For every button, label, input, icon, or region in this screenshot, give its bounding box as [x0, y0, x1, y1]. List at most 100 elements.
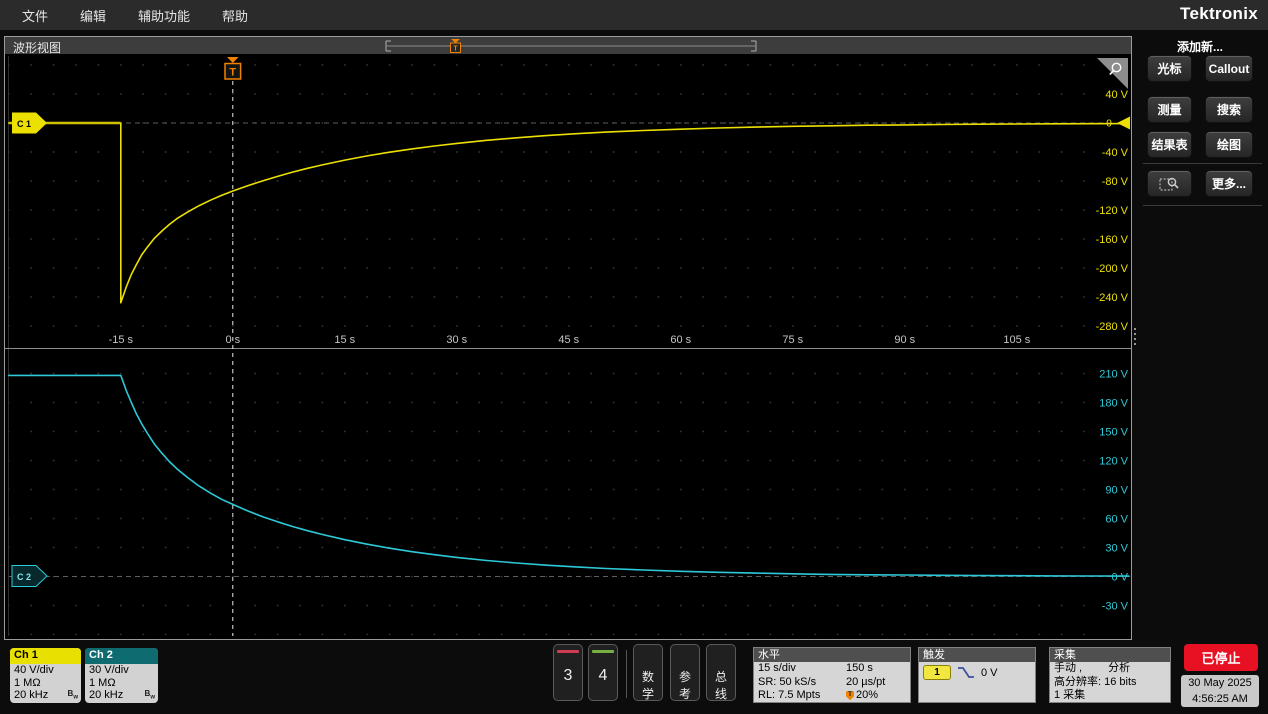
x-tick-label: 45 s: [558, 334, 579, 346]
math-button-label: 数学: [640, 668, 656, 702]
sidebar-button-plot[interactable]: 绘图: [1205, 131, 1253, 158]
menu-item-3[interactable]: 辅助功能: [138, 6, 190, 25]
oscilloscope-screen: 文件编辑辅助功能帮助 Tektronix 波形视图 T -15 s0 s15 s…: [0, 0, 1268, 714]
horizontal-row-2: SR: 50 kS/s20 µs/pt: [754, 676, 910, 690]
overview-trigger-arrow: [451, 39, 460, 43]
acquisition-panel-title: 采集: [1050, 648, 1170, 662]
horizontal-value-left: RL: 7.5 Mpts: [758, 689, 846, 703]
y-tick-label: -240 V: [1096, 292, 1129, 304]
channel-button-label: 3: [564, 667, 573, 685]
horizontal-settings-panel[interactable]: 水平 15 s/div150 sSR: 50 kS/s20 µs/ptRL: 7…: [753, 647, 911, 703]
horizontal-value-left: SR: 50 kS/s: [758, 676, 846, 690]
channel-badge-label: Ch 1: [10, 648, 81, 664]
y-tick-label: 180 V: [1099, 398, 1128, 410]
acquisition-settings-panel[interactable]: 采集 手动 , 分析 高分辨率: 16 bits 1 采集: [1049, 647, 1171, 703]
time-text: 4:56:25 AM: [1181, 692, 1259, 708]
waveform-view-window: 波形视图 T -15 s0 s15 s30 s45 s60 s75 s90 s1…: [4, 36, 1132, 640]
sidebar-button-results-table[interactable]: 结果表: [1147, 131, 1192, 158]
menu-item-4[interactable]: 帮助: [222, 6, 248, 25]
run-stop-button[interactable]: 已停止: [1184, 644, 1258, 671]
y-tick-label: -30 V: [1102, 601, 1129, 613]
tektronix-logo: Tektronix: [1180, 4, 1258, 24]
channel-color-stripe: [557, 650, 579, 653]
x-tick-label: 90 s: [894, 334, 915, 346]
x-tick-label: 15 s: [334, 334, 355, 346]
trigger-settings-panel[interactable]: 触发 1 0 V: [918, 647, 1036, 703]
sidebar-button-search[interactable]: 搜索: [1205, 96, 1253, 123]
horizontal-value-right: T20%: [846, 689, 878, 703]
channel-badge-ch1[interactable]: Ch 140 V/div1 MΩ20 kHzBw: [10, 648, 81, 703]
ref-button-label: 参考: [677, 668, 693, 702]
y-tick-label: -40 V: [1102, 147, 1129, 159]
horizontal-value-left: 15 s/div: [758, 662, 846, 676]
y-tick-label: 30 V: [1105, 543, 1128, 555]
channel-button-label: 4: [599, 667, 608, 685]
waveform-display: -15 s0 s15 s30 s45 s60 s75 s90 s105 s40 …: [5, 54, 1131, 639]
sidebar-button-cursor[interactable]: 光标: [1147, 55, 1192, 82]
bus-button[interactable]: 总线: [706, 644, 736, 701]
waveform-title-bar: 波形视图 T: [5, 37, 1131, 55]
button-divider: [626, 650, 627, 698]
y-tick-label: 120 V: [1099, 456, 1128, 468]
channel-impedance: 1 MΩ: [85, 677, 158, 690]
math-button[interactable]: 数学: [633, 644, 663, 701]
date-text: 30 May 2025: [1181, 676, 1259, 692]
ch1-reference-label: C 1: [17, 119, 31, 129]
sidebar-divider: [1143, 205, 1262, 206]
sidebar-button-callout[interactable]: Callout: [1205, 55, 1253, 82]
bandwidth-limit-icon: Bw: [145, 689, 155, 701]
graticule-ch2: [9, 351, 1091, 635]
sidebar-button-zoom-select[interactable]: [1147, 170, 1192, 197]
trigger-position-icon: T: [846, 691, 854, 700]
horizontal-value-right: 20 µs/pt: [846, 676, 885, 690]
sidebar-button-more[interactable]: 更多...: [1205, 170, 1253, 197]
x-tick-label: 105 s: [1003, 334, 1030, 346]
acquisition-mode: 手动 ,: [1054, 662, 1082, 676]
menu-item-2[interactable]: 编辑: [80, 6, 106, 25]
acquisition-count: 1 采集: [1050, 689, 1170, 703]
channel-badge-ch2[interactable]: Ch 230 V/div1 MΩ20 kHzBw: [85, 648, 158, 703]
trigger-source-badge: 1: [923, 665, 951, 680]
y-tick-label: 0 V: [1111, 572, 1128, 584]
horizontal-value-right: 150 s: [846, 662, 873, 676]
x-tick-label: 30 s: [446, 334, 467, 346]
bandwidth-limit-icon: Bw: [68, 689, 78, 701]
menu-bar: 文件 编辑 辅助功能 帮助: [0, 0, 1268, 30]
horizontal-panel-title: 水平: [754, 648, 910, 662]
acquisition-resolution: 高分辨率: 16 bits: [1050, 676, 1170, 690]
trigger-flag-label: T: [229, 67, 236, 79]
horizontal-right-text: 150 s: [846, 662, 873, 676]
zoom-select-icon: [1159, 176, 1181, 192]
ref-button[interactable]: 参考: [670, 644, 700, 701]
horizontal-row-3: RL: 7.5 MptsT20%: [754, 689, 910, 703]
channel-color-stripe: [592, 650, 614, 653]
y-tick-label: 210 V: [1099, 369, 1128, 381]
sidebar-divider: [1143, 163, 1262, 164]
channel-scale: 40 V/div: [10, 664, 81, 677]
datetime-display: 30 May 2025 4:56:25 AM: [1181, 675, 1259, 707]
trigger-level-value: 0 V: [981, 667, 998, 679]
horizontal-right-text: 20 µs/pt: [846, 676, 885, 690]
y-tick-label: 90 V: [1105, 485, 1128, 497]
acquisition-analyze: 分析: [1108, 662, 1130, 676]
channel-button-3[interactable]: 3: [553, 644, 583, 701]
y-tick-label: 40 V: [1105, 89, 1128, 101]
y-tick-label: -80 V: [1102, 176, 1129, 188]
x-tick-label: 75 s: [782, 334, 803, 346]
menu-item-1[interactable]: 文件: [22, 6, 48, 25]
panel-splitter-handle[interactable]: [1131, 322, 1138, 350]
overview-trigger-label: T: [453, 46, 458, 53]
x-tick-label: 60 s: [670, 334, 691, 346]
horizontal-row-1: 15 s/div150 s: [754, 662, 910, 676]
horizontal-right-text: 20%: [856, 689, 878, 703]
trigger-panel-title: 触发: [919, 648, 1035, 662]
channel-badge-label: Ch 2: [85, 648, 158, 664]
channel-button-4[interactable]: 4: [588, 644, 618, 701]
bus-button-label: 总线: [713, 668, 729, 702]
zoom-overview-minimap[interactable]: T: [380, 38, 762, 54]
y-tick-label: 60 V: [1105, 514, 1128, 526]
graticule-ch1: [9, 57, 1091, 328]
y-tick-label: -120 V: [1096, 205, 1129, 217]
sidebar-button-measure[interactable]: 测量: [1147, 96, 1192, 123]
y-tick-label: -200 V: [1096, 263, 1129, 275]
